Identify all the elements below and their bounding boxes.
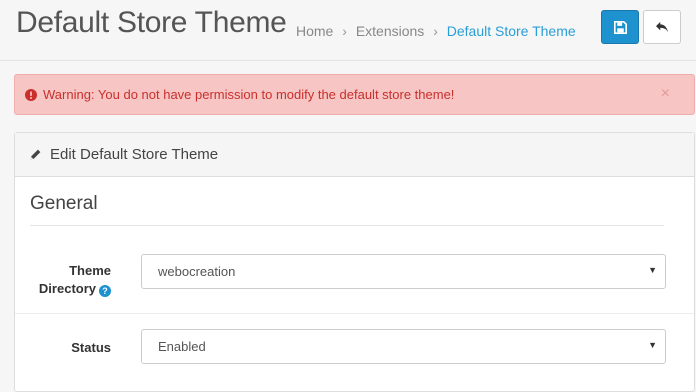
theme-directory-select[interactable]: webocreation ▼ [141,254,666,289]
section-legend: General [30,193,664,226]
exclamation-circle-icon [25,88,37,101]
pencil-icon [29,148,42,161]
save-icon [613,20,627,34]
theme-directory-label-text: Directory [38,281,96,296]
theme-directory-label-line2: Directory? [15,280,111,298]
theme-directory-value: webocreation [158,264,236,279]
status-select[interactable]: Enabled ▼ [141,329,666,364]
breadcrumb: Home › Extensions › Default Store Theme [296,23,576,39]
breadcrumb-extensions[interactable]: Extensions [356,23,424,39]
panel-title: Edit Default Store Theme [50,146,219,163]
theme-directory-label: Theme Directory? [15,262,111,298]
page-title: Default Store Theme [16,6,287,39]
back-button[interactable] [643,10,681,44]
breadcrumb-separator: › [342,23,347,39]
save-button[interactable] [601,10,639,44]
status-value: Enabled [158,339,206,354]
breadcrumb-home[interactable]: Home [296,23,333,39]
header-divider [0,60,696,61]
status-label: Status [71,340,111,355]
warning-alert: Warning: You do not have permission to m… [14,74,695,115]
reply-icon [655,21,669,33]
chevron-down-icon: ▼ [648,265,657,275]
row-divider [15,313,694,314]
panel-heading: Edit Default Store Theme [15,133,694,177]
chevron-down-icon: ▼ [648,340,657,350]
breadcrumb-separator: › [433,23,438,39]
alert-message: Warning: You do not have permission to m… [43,87,455,102]
help-icon[interactable]: ? [99,285,111,297]
close-icon[interactable]: × [661,85,670,103]
theme-directory-label-line1: Theme [69,263,111,278]
edit-panel: Edit Default Store Theme General Theme D… [14,132,695,392]
breadcrumb-current[interactable]: Default Store Theme [447,23,576,39]
